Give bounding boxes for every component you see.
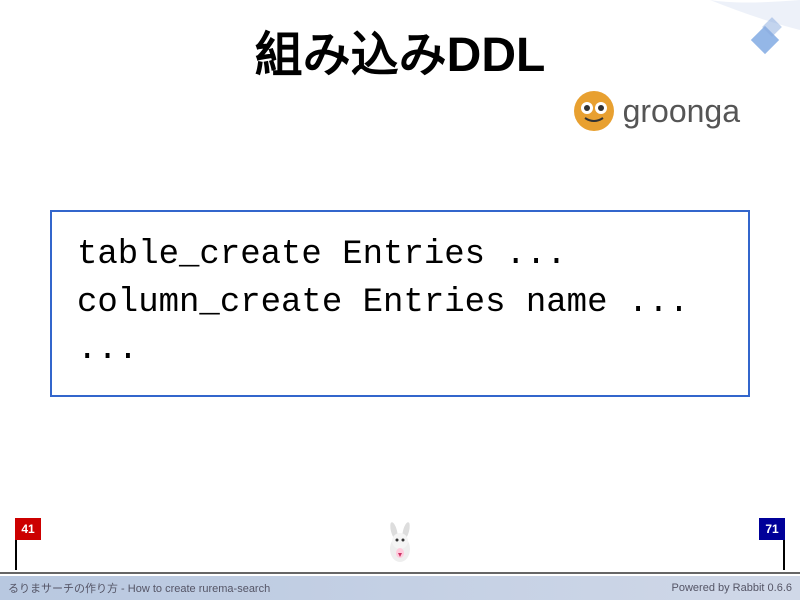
footer-left-text: るりまサーチの作り方 - How to create rurema-search xyxy=(8,580,270,596)
code-line: table_create Entries ... xyxy=(77,232,723,280)
corner-decoration xyxy=(680,0,800,80)
groonga-icon xyxy=(573,90,615,132)
code-line: ... xyxy=(77,327,723,375)
progress-line xyxy=(0,572,800,574)
total-pages-flag: 71 xyxy=(759,518,785,570)
current-page-flag: 41 xyxy=(15,518,41,570)
current-page-number: 41 xyxy=(15,518,41,540)
rabbit-mascot xyxy=(382,521,418,572)
code-block: table_create Entries ... column_create E… xyxy=(50,210,750,397)
slide-footer: るりまサーチの作り方 - How to create rurema-search… xyxy=(0,576,800,600)
logo-text: groonga xyxy=(623,93,740,130)
groonga-logo: groonga xyxy=(573,90,740,132)
code-line: column_create Entries name ... xyxy=(77,280,723,328)
total-pages-number: 71 xyxy=(759,518,785,540)
footer-right-text: Powered by Rabbit 0.6.6 xyxy=(672,582,792,594)
